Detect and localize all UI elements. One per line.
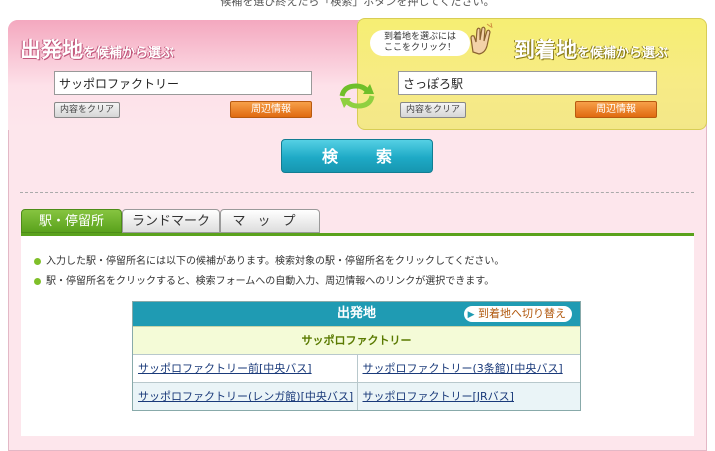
bullet-icon bbox=[34, 257, 41, 265]
tab-landmark[interactable]: ランドマーク bbox=[122, 209, 220, 233]
candidate-header: 出発地 ▶ 到着地へ切り替え bbox=[133, 302, 580, 326]
note-text-2: 駅・停留所名をクリックすると、検索フォームへの自動入力、周辺情報へのリンクが選択… bbox=[46, 276, 495, 287]
departure-input[interactable] bbox=[54, 71, 312, 95]
tab-station[interactable]: 駅・停留所 bbox=[21, 209, 122, 233]
note-2: 駅・停留所名をクリックすると、検索フォームへの自動入力、周辺情報へのリンクが選択… bbox=[34, 272, 494, 287]
table-row: サッポロファクトリー前[中央バス] サッポロファクトリー(3条館)[中央バス] bbox=[133, 354, 580, 382]
departure-info-button[interactable]: 周辺情報 bbox=[230, 101, 312, 118]
candidate-link[interactable]: サッポロファクトリー(3条館)[中央バス] bbox=[363, 362, 563, 375]
arrival-heading-big: 到着地 bbox=[514, 38, 577, 62]
candidate-table: 出発地 ▶ 到着地へ切り替え サッポロファクトリー サッポロファクトリー前[中央… bbox=[132, 301, 581, 411]
candidate-link[interactable]: サッポロファクトリー前[中央バス] bbox=[138, 362, 312, 375]
table-cell: サッポロファクトリー[JRバス] bbox=[356, 383, 580, 410]
bullet-icon bbox=[34, 277, 41, 285]
note-1: 入力した駅・停留所名には以下の候補があります。検索対象の駅・停留所名をクリックし… bbox=[34, 252, 504, 267]
instruction-note: 候補を選び終えたら「検索」ボタンを押してください。 bbox=[220, 0, 495, 8]
candidate-link[interactable]: サッポロファクトリー[JRバス] bbox=[363, 390, 514, 403]
arrival-info-button[interactable]: 周辺情報 bbox=[575, 101, 657, 118]
departure-heading-big: 出発地 bbox=[20, 38, 83, 62]
switch-to-arrival-button[interactable]: ▶ 到着地へ切り替え bbox=[463, 306, 572, 322]
table-cell: サッポロファクトリー(レンガ館)[中央バス] bbox=[133, 383, 357, 410]
swap-arrows-icon[interactable] bbox=[334, 82, 380, 110]
candidate-link[interactable]: サッポロファクトリー(レンガ館)[中央バス] bbox=[138, 390, 353, 403]
table-cell: サッポロファクトリー(3条館)[中央バス] bbox=[356, 355, 581, 382]
arrival-heading-small: を候補から選ぶ bbox=[577, 46, 669, 61]
arrival-heading: 到着地を候補から選ぶ bbox=[514, 34, 668, 64]
search-button[interactable]: 検索 bbox=[281, 139, 433, 173]
arrival-clear-button[interactable]: 内容をクリア bbox=[400, 102, 466, 118]
divider bbox=[20, 192, 694, 193]
note-text-1: 入力した駅・停留所名には以下の候補があります。検索対象の駅・停留所名をクリックし… bbox=[46, 256, 505, 267]
departure-clear-button[interactable]: 内容をクリア bbox=[54, 102, 120, 118]
play-arrow-icon: ▶ bbox=[467, 310, 475, 320]
switch-label: 到着地へ切り替え bbox=[478, 307, 566, 320]
candidate-header-title: 出発地 bbox=[336, 306, 376, 321]
table-row: サッポロファクトリー(レンガ館)[中央バス] サッポロファクトリー[JRバス] bbox=[133, 382, 580, 410]
tab-map[interactable]: マップ bbox=[220, 209, 320, 233]
departure-heading: 出発地を候補から選ぶ bbox=[20, 34, 174, 64]
pointing-hand-icon bbox=[465, 22, 495, 56]
candidate-group-title: サッポロファクトリー bbox=[133, 326, 580, 354]
arrival-input[interactable] bbox=[398, 71, 657, 95]
departure-heading-small: を候補から選ぶ bbox=[83, 46, 175, 61]
table-cell: サッポロファクトリー前[中央バス] bbox=[133, 355, 357, 382]
arrival-hint-text: 到着地を選ぶには ここをクリック！ bbox=[383, 32, 456, 53]
arrival-hint-bubble[interactable]: 到着地を選ぶには ここをクリック！ bbox=[370, 30, 470, 56]
